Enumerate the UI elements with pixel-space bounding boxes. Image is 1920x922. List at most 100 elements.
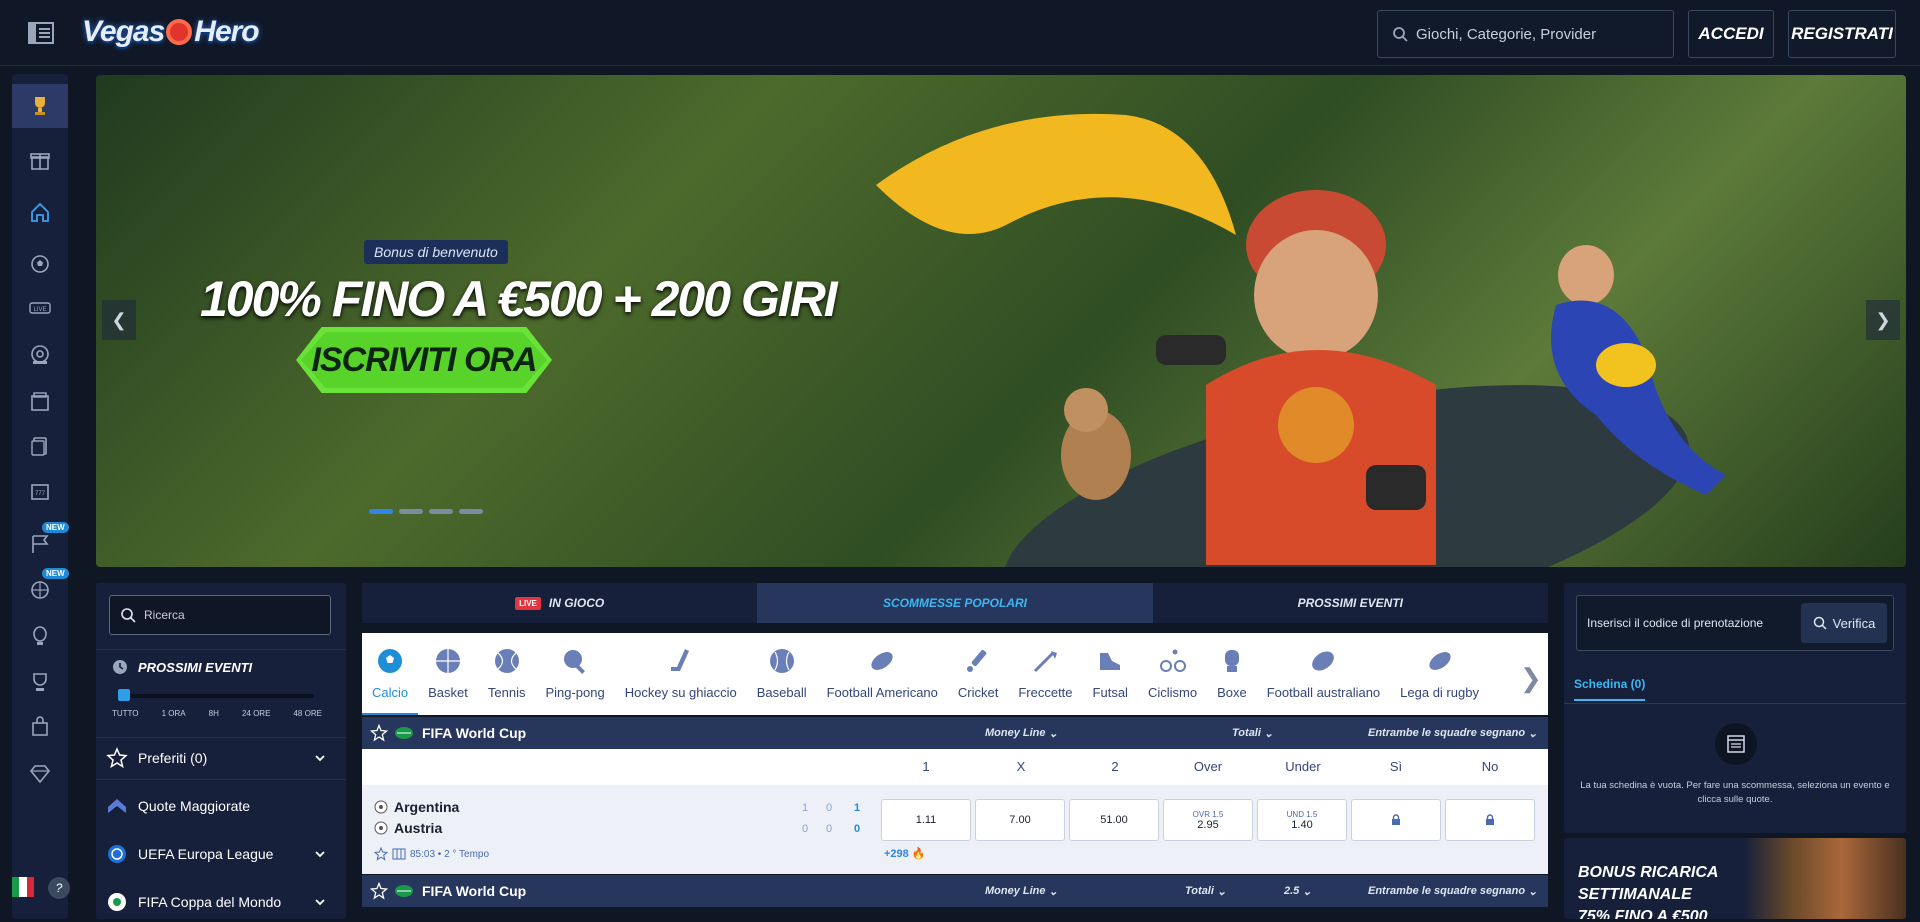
tab-upcoming-events[interactable]: PROSSIMI EVENTI [1153, 583, 1548, 623]
sport-basket[interactable]: Basket [418, 633, 478, 715]
sport-calcio[interactable]: Calcio [362, 633, 419, 715]
crystal-ball-icon[interactable] [26, 576, 54, 604]
star-icon[interactable] [370, 882, 388, 900]
cards-icon[interactable] [26, 432, 54, 460]
chevron-down-icon [315, 851, 325, 858]
carousel-prev-icon[interactable]: ❮ [102, 300, 136, 340]
carousel-dot[interactable] [369, 509, 393, 514]
odd-under[interactable]: UND 1.5 1.40 [1257, 799, 1347, 841]
market-selector[interactable]: Money Line ⌄ [985, 717, 1058, 749]
star-icon[interactable] [370, 724, 388, 742]
sport-boxing[interactable]: Boxe [1207, 633, 1257, 715]
home-icon[interactable] [26, 198, 54, 226]
odd-draw[interactable]: 7.00 [975, 799, 1065, 841]
booking-code-input[interactable]: Inserisci il codice di prenotazione Veri… [1576, 595, 1894, 651]
sport-label: Futsal [1092, 685, 1128, 700]
carousel-next-icon[interactable]: ❯ [1866, 300, 1900, 340]
ping-pong-icon [564, 650, 586, 674]
svg-text:777: 777 [35, 491, 46, 497]
boosted-odds-item[interactable]: Quote Maggiorate [106, 786, 336, 826]
odd-away[interactable]: 51.00 [1069, 799, 1159, 841]
sport-cycling[interactable]: Ciclismo [1138, 633, 1207, 715]
europa-league-item[interactable]: UEFA Europa League [106, 834, 336, 874]
baseball-icon [769, 649, 794, 673]
world-cup-item[interactable]: FIFA Coppa del Mondo [106, 882, 336, 922]
sport-baseball[interactable]: Baseball [747, 633, 817, 715]
home-team-name: Argentina [394, 799, 460, 815]
shop-icon[interactable] [26, 712, 54, 740]
market-selector[interactable]: Entrambe le squadre segnano ⌄ [1368, 875, 1537, 907]
slider-handle[interactable] [118, 689, 130, 701]
live-icon[interactable]: LIVE [26, 294, 54, 322]
search-icon [121, 608, 136, 623]
sport-ping-pong[interactable]: Ping-pong [535, 633, 614, 715]
trophy-icon[interactable] [26, 92, 54, 120]
sport-tennis[interactable]: Tennis [478, 633, 536, 715]
slots-icon[interactable] [26, 388, 54, 416]
jackpot-icon[interactable]: 777 [26, 476, 54, 504]
signup-cta-button[interactable]: ISCRIVITI ORA [296, 327, 552, 393]
search-icon [1393, 27, 1408, 42]
star-icon[interactable] [374, 847, 388, 861]
sport-cricket[interactable]: Cricket [948, 633, 1008, 715]
market-selector[interactable]: 2.5 ⌄ [1284, 875, 1312, 907]
global-search-input[interactable]: Giochi, Categorie, Provider [1377, 10, 1674, 58]
tab-popular-bets[interactable]: SCOMMESSE POPOLARI [757, 583, 1153, 623]
competition-header: FIFA World Cup Money Line ⌄ Totali ⌄ 2.5… [362, 875, 1548, 907]
carousel-dot[interactable] [429, 509, 453, 514]
carousel-dot[interactable] [459, 509, 483, 514]
upcoming-filter-heading: PROSSIMI EVENTI [112, 659, 252, 675]
sport-futsal[interactable]: Futsal [1083, 633, 1138, 715]
odd-over[interactable]: OVR 1.5 2.95 [1163, 799, 1253, 841]
column-header: 2 [1111, 759, 1119, 774]
sports-scroll-right-icon[interactable]: ❯ [1520, 663, 1542, 694]
stats-icon[interactable] [392, 847, 406, 861]
competition-header: FIFA World Cup Money Line ⌄ Totali ⌄ Ent… [362, 717, 1548, 749]
register-button[interactable]: REGISTRATI [1788, 10, 1896, 58]
hot-air-balloon-icon[interactable] [26, 622, 54, 650]
more-markets-link[interactable]: +298 🔥 [884, 847, 926, 860]
sport-american-football[interactable]: Football Americano [817, 633, 948, 715]
futsal-shoe-icon [1100, 653, 1121, 670]
diamond-icon[interactable] [26, 760, 54, 788]
panel-search-input[interactable]: Ricerca [109, 595, 331, 635]
gift-icon[interactable] [26, 146, 54, 174]
superhero-woman-graphic [1551, 245, 1726, 495]
logo[interactable]: Vegas Hero [82, 10, 260, 54]
betslip-tab[interactable]: Schedina (0) [1574, 677, 1646, 701]
menu-toggle-icon[interactable] [28, 20, 54, 46]
hero-banner[interactable]: Bonus di benvenuto 100% FINO A €500 + 20… [96, 75, 1906, 567]
away-score-1: 0 [802, 823, 809, 835]
sport-hockey[interactable]: Hockey su ghiaccio [615, 633, 747, 715]
sport-darts[interactable]: Freccette [1008, 633, 1082, 715]
market-selector[interactable]: Entrambe le squadre segnano ⌄ [1368, 717, 1537, 749]
market-selector[interactable]: Totali ⌄ [1185, 875, 1226, 907]
verify-button[interactable]: Verifica [1801, 603, 1887, 643]
help-icon[interactable]: ? [48, 877, 70, 899]
racing-icon[interactable] [26, 530, 54, 558]
soccer-icon[interactable] [26, 250, 54, 278]
login-button[interactable]: ACCEDI [1688, 10, 1774, 58]
away-score-total: 0 [854, 823, 861, 835]
match-row[interactable]: Argentina Austria 1 0 1 0 0 0 85:03 • 2 … [362, 785, 1548, 874]
odd-btts-yes-locked[interactable] [1351, 799, 1441, 841]
sport-rugby-league[interactable]: Lega di rugby [1390, 633, 1489, 715]
weekly-reload-promo[interactable]: BONUS RICARICA SETTIMANALE 75% FINO A €5… [1564, 838, 1906, 919]
sport-label: Lega di rugby [1400, 685, 1479, 700]
basketball-icon [436, 649, 460, 673]
market-selector[interactable]: Totali ⌄ [1232, 717, 1273, 749]
divider [96, 779, 346, 780]
carousel-dot[interactable] [399, 509, 423, 514]
language-flag-icon[interactable] [12, 877, 34, 897]
cup-icon[interactable] [26, 668, 54, 696]
sport-aussie-rules[interactable]: Football australiano [1257, 633, 1390, 715]
match-time: 85:03 • 2 ° Tempo [410, 848, 490, 860]
favorites-item[interactable]: Preferiti (0) [106, 738, 336, 778]
casino-icon[interactable] [26, 340, 54, 368]
odd-home[interactable]: 1.11 [881, 799, 971, 841]
market-selector[interactable]: Money Line ⌄ [985, 875, 1058, 907]
time-range-slider[interactable] [118, 689, 314, 701]
odd-btts-no-locked[interactable] [1445, 799, 1535, 841]
tab-in-play[interactable]: LIVE IN GIOCO [362, 583, 757, 623]
chevron-down-icon [315, 755, 325, 762]
